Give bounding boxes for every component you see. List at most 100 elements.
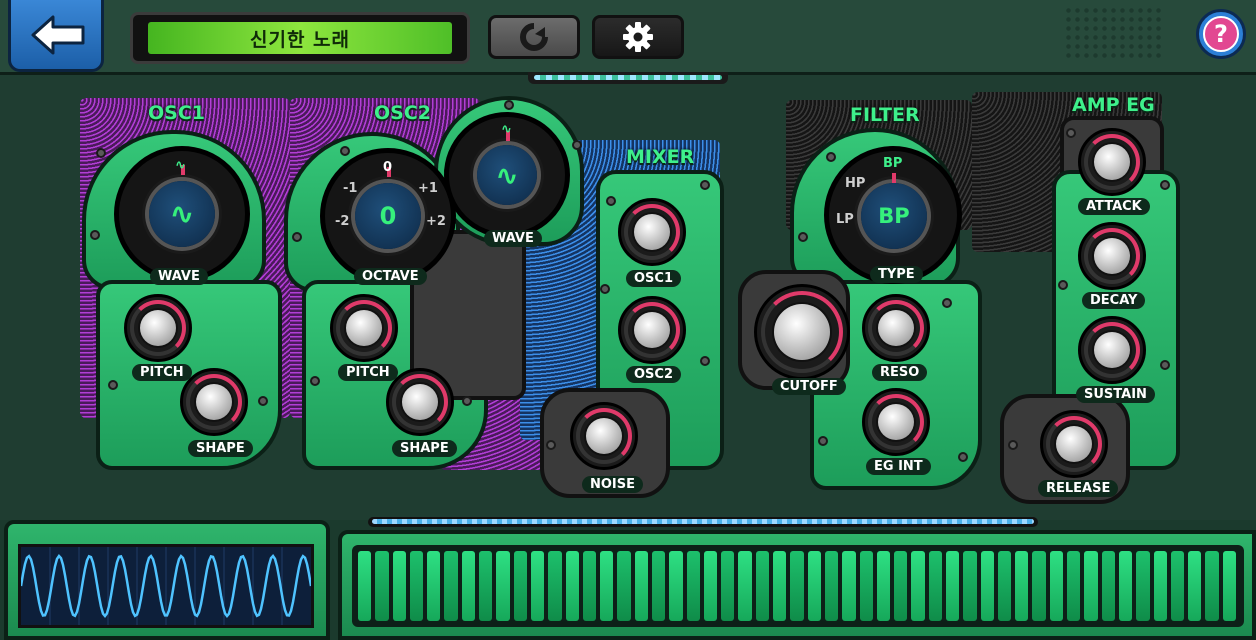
keyboard-key[interactable] bbox=[980, 551, 994, 621]
mixer-osc1-knob[interactable] bbox=[618, 198, 686, 266]
keyboard-key[interactable] bbox=[530, 551, 545, 621]
keyboard-key[interactable] bbox=[634, 551, 648, 621]
amp-sustain-knob[interactable] bbox=[1078, 316, 1146, 384]
keyboard-key[interactable] bbox=[461, 551, 476, 621]
oscilloscope-display bbox=[18, 544, 314, 628]
filter-type-option[interactable]: HP bbox=[845, 176, 865, 191]
keyboard-key[interactable] bbox=[1084, 551, 1098, 621]
keyboard-key[interactable] bbox=[1067, 551, 1081, 621]
filter-type-option[interactable]: LP bbox=[836, 212, 854, 227]
keyboard-key[interactable] bbox=[773, 551, 787, 621]
filter-reso-knob[interactable] bbox=[862, 294, 930, 362]
keyboard-key[interactable] bbox=[946, 551, 960, 621]
osc2-octave-option[interactable]: 0 bbox=[383, 160, 392, 175]
screw bbox=[462, 396, 472, 406]
keyboard-key[interactable] bbox=[652, 551, 666, 621]
keyboard-key[interactable] bbox=[375, 551, 389, 621]
keyboard-key[interactable] bbox=[513, 551, 527, 621]
speaker-grille bbox=[1064, 6, 1164, 62]
osc2-wave-marker: ∿ bbox=[501, 122, 512, 137]
keyboard-key[interactable] bbox=[392, 551, 406, 621]
keyboard-key[interactable] bbox=[1101, 551, 1115, 621]
keyboard bbox=[352, 545, 1244, 627]
screw bbox=[546, 440, 556, 450]
refresh-icon bbox=[520, 23, 548, 51]
osc2-octave-option[interactable]: +2 bbox=[426, 214, 446, 229]
keyboard-key[interactable] bbox=[1170, 551, 1185, 621]
keyboard-key[interactable] bbox=[496, 551, 510, 621]
reset-button[interactable] bbox=[488, 15, 580, 59]
keyboard-key[interactable] bbox=[1136, 551, 1150, 621]
keyboard-key[interactable] bbox=[582, 551, 597, 621]
back-button[interactable] bbox=[8, 0, 104, 72]
mixer-osc2-label: OSC2 bbox=[626, 366, 681, 383]
song-title-display[interactable]: 신기한 노래 bbox=[148, 22, 452, 54]
keyboard-key[interactable] bbox=[479, 551, 493, 621]
keyboard-key[interactable] bbox=[669, 551, 683, 621]
osc2-pitch-knob[interactable] bbox=[330, 294, 398, 362]
keyboard-key[interactable] bbox=[565, 551, 579, 621]
keyboard-key[interactable] bbox=[738, 551, 752, 621]
mixer-osc2-knob[interactable] bbox=[618, 296, 686, 364]
settings-button[interactable] bbox=[592, 15, 684, 59]
keyboard-key[interactable] bbox=[1032, 551, 1046, 621]
help-symbol: ? bbox=[1214, 20, 1228, 48]
keyboard-key[interactable] bbox=[842, 551, 856, 621]
keyboard-key[interactable] bbox=[928, 551, 942, 621]
filter-cutoff-label: CUTOFF bbox=[772, 378, 846, 395]
filter-type-option[interactable]: BP bbox=[883, 156, 902, 171]
keyboard-key[interactable] bbox=[859, 551, 873, 621]
screw bbox=[700, 180, 710, 190]
screw bbox=[700, 356, 710, 366]
amp-release-label: RELEASE bbox=[1038, 480, 1119, 497]
amp-attack-knob[interactable] bbox=[1078, 128, 1146, 196]
screw bbox=[1066, 128, 1076, 138]
screw bbox=[258, 396, 268, 406]
keyboard-key[interactable] bbox=[997, 551, 1012, 621]
amp-release-knob[interactable] bbox=[1040, 410, 1108, 478]
osc2-octave-option[interactable]: -2 bbox=[335, 214, 349, 229]
keyboard-key[interactable] bbox=[963, 551, 977, 621]
keyboard-key[interactable] bbox=[824, 551, 839, 621]
osc1-title: OSC1 bbox=[148, 102, 205, 124]
mixer-noise-knob[interactable] bbox=[570, 402, 638, 470]
keyboard-key[interactable] bbox=[807, 551, 821, 621]
keyboard-key[interactable] bbox=[686, 551, 700, 621]
osc2-wave-value: ∿ bbox=[477, 145, 537, 205]
osc1-shape-knob[interactable] bbox=[180, 368, 248, 436]
amp-decay-knob[interactable] bbox=[1078, 222, 1146, 290]
keyboard-key[interactable] bbox=[790, 551, 804, 621]
keyboard-key[interactable] bbox=[1118, 551, 1133, 621]
osc2-octave-option[interactable]: +1 bbox=[418, 181, 438, 196]
osc2-pitch-label: PITCH bbox=[338, 364, 398, 381]
osc2-shape-knob[interactable] bbox=[386, 368, 454, 436]
keyboard-key[interactable] bbox=[1222, 551, 1236, 621]
keyboard-key[interactable] bbox=[721, 551, 735, 621]
screw bbox=[1008, 440, 1018, 450]
keyboard-key[interactable] bbox=[1049, 551, 1064, 621]
keyboard-key[interactable] bbox=[876, 551, 891, 621]
keyboard-key[interactable] bbox=[1205, 551, 1219, 621]
keyboard-key[interactable] bbox=[911, 551, 925, 621]
keyboard-key[interactable] bbox=[600, 551, 614, 621]
keyboard-key[interactable] bbox=[755, 551, 770, 621]
keyboard-key[interactable] bbox=[409, 551, 424, 621]
screw bbox=[942, 298, 952, 308]
keyboard-key[interactable] bbox=[427, 551, 441, 621]
keyboard-key[interactable] bbox=[548, 551, 562, 621]
keyboard-key[interactable] bbox=[1188, 551, 1202, 621]
filter-eg-int-knob[interactable] bbox=[862, 388, 930, 456]
osc2-octave-option[interactable]: -1 bbox=[343, 181, 357, 196]
keyboard-key[interactable] bbox=[1015, 551, 1029, 621]
keyboard-key[interactable] bbox=[703, 551, 718, 621]
keyboard-key[interactable] bbox=[617, 551, 631, 621]
osc2-wave-label: WAVE bbox=[484, 230, 542, 247]
help-button[interactable]: ? bbox=[1196, 9, 1246, 59]
keyboard-key[interactable] bbox=[358, 551, 372, 621]
keyboard-key[interactable] bbox=[1153, 551, 1167, 621]
keyboard-key[interactable] bbox=[444, 551, 458, 621]
keyboard-key[interactable] bbox=[894, 551, 908, 621]
osc1-pitch-knob[interactable] bbox=[124, 294, 192, 362]
filter-type-value: BP bbox=[861, 183, 927, 249]
filter-cutoff-knob[interactable] bbox=[754, 284, 850, 380]
